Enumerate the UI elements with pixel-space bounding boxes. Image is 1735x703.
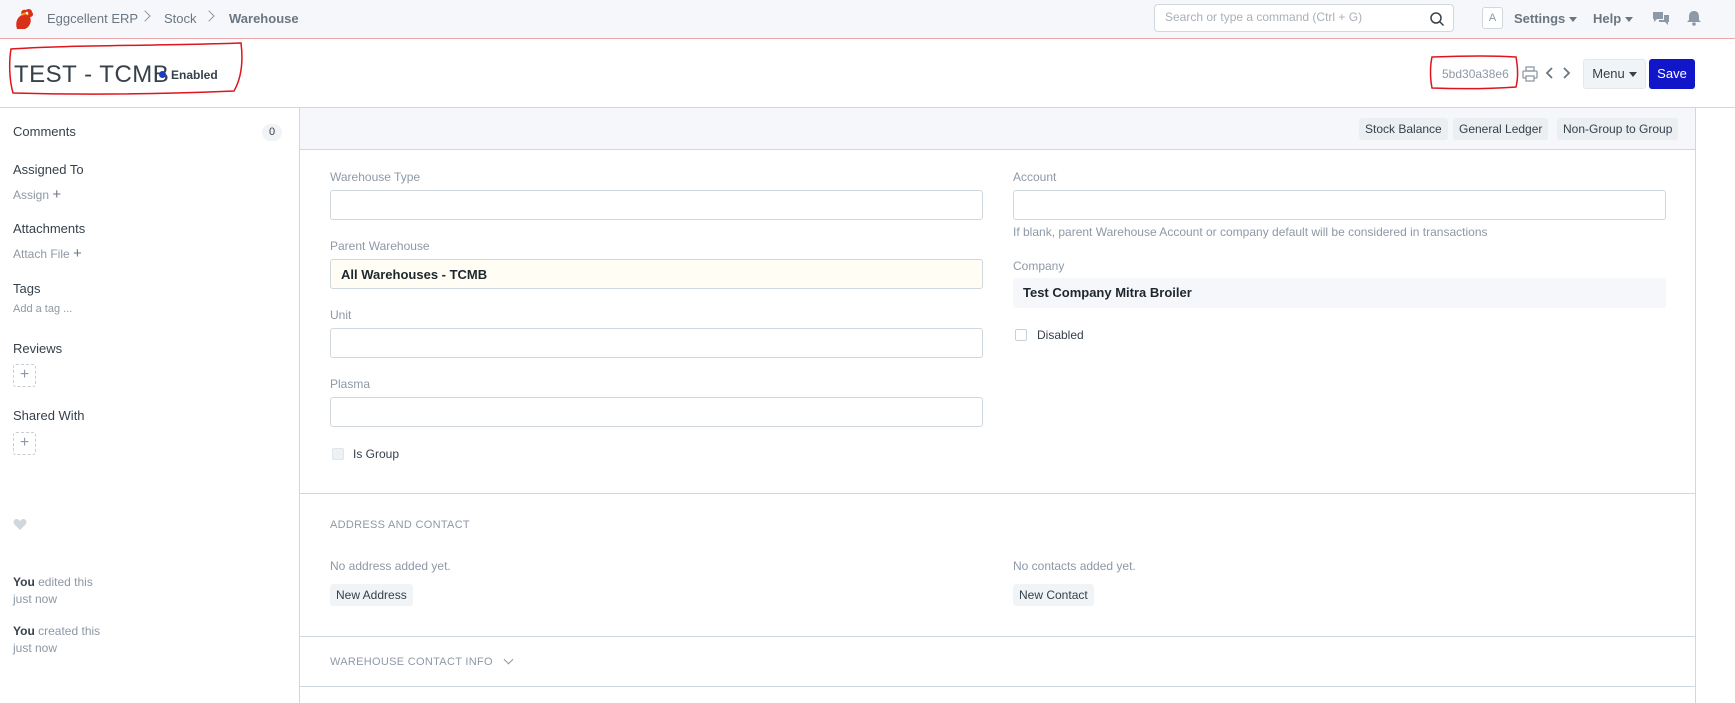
section-divider (300, 636, 1695, 637)
caret-down-icon (1625, 17, 1634, 23)
section-divider (300, 493, 1695, 494)
shared-with-label: Shared With (13, 408, 85, 423)
status-dot-icon (159, 71, 166, 78)
parent-warehouse-field[interactable]: All Warehouses - TCMB (330, 259, 983, 289)
warehouse-type-label: Warehouse Type (330, 170, 421, 184)
chat-icon[interactable] (1652, 10, 1670, 26)
heart-icon[interactable] (13, 518, 27, 531)
caret-down-icon (1569, 17, 1578, 23)
chevron-right-icon[interactable] (1560, 66, 1572, 80)
settings-label: Settings (1514, 11, 1566, 26)
search-icon[interactable] (1429, 11, 1445, 27)
chevron-left-icon[interactable] (1544, 66, 1556, 80)
account-label: Account (1013, 170, 1057, 184)
document-name: 5bd30a38e6 (1442, 67, 1509, 81)
general-ledger-button[interactable]: General Ledger (1453, 118, 1549, 140)
plus-icon: + (19, 366, 30, 383)
unit-field[interactable] (330, 328, 983, 358)
status-label: Enabled (171, 68, 218, 82)
tags-label: Tags (13, 281, 41, 296)
breadcrumb-warehouse[interactable]: Warehouse (229, 11, 299, 26)
unit-label: Unit (330, 308, 352, 322)
plasma-field[interactable] (330, 397, 983, 427)
add-share-button[interactable]: + (13, 432, 36, 455)
account-field[interactable] (1013, 190, 1666, 220)
form-main: Stock Balance General Ledger Non-Group t… (299, 108, 1696, 703)
disabled-checkbox[interactable] (1015, 329, 1027, 341)
page-title: TEST - TCMB (14, 61, 170, 88)
plus-icon: + (73, 245, 82, 262)
help-dropdown[interactable]: Help (1593, 11, 1634, 26)
warehouse-type-field[interactable] (330, 190, 983, 220)
breadcrumb-stock[interactable]: Stock (164, 11, 197, 26)
activity-action: edited this (38, 575, 93, 589)
plus-icon: + (19, 434, 30, 451)
form-toolbar: Stock Balance General Ledger Non-Group t… (300, 108, 1695, 150)
non-group-to-group-button[interactable]: Non-Group to Group (1557, 118, 1679, 140)
add-review-button[interactable]: + (13, 364, 36, 387)
navbar: Eggcellent ERP Stock Warehouse A Setting… (0, 0, 1735, 39)
form-sidebar: Comments 0 Assigned To Assign + Attachme… (0, 108, 298, 703)
assigned-to-label: Assigned To (13, 162, 84, 177)
breadcrumb-home[interactable]: Eggcellent ERP (47, 11, 138, 26)
menu-label: Menu (1592, 66, 1625, 81)
account-help-text: If blank, parent Warehouse Account or co… (1013, 225, 1488, 239)
add-tag-link[interactable]: Add a tag ... (13, 303, 72, 315)
attach-file-label: Attach File (13, 247, 70, 261)
activity-action: created this (38, 624, 101, 638)
attach-file-link[interactable]: Attach File + (13, 245, 82, 262)
parent-warehouse-value: All Warehouses - TCMB (341, 267, 488, 282)
company-label: Company (1013, 259, 1065, 273)
warehouse-contact-info-section-header[interactable]: WAREHOUSE CONTACT INFO (330, 654, 514, 668)
comments-label[interactable]: Comments (13, 124, 76, 139)
activity-user: You (13, 624, 35, 638)
save-button[interactable]: Save (1649, 59, 1695, 89)
breadcrumb-separator-icon (139, 10, 151, 22)
activity-item: You edited this just now (13, 574, 123, 608)
status-badge: Enabled (159, 68, 218, 82)
bell-icon[interactable] (1685, 10, 1703, 26)
comments-count-badge: 0 (262, 124, 282, 141)
company-field: Test Company Mitra Broiler (1013, 278, 1666, 308)
app-logo-icon[interactable] (13, 7, 35, 31)
no-contacts-text: No contacts added yet. (1013, 559, 1136, 573)
is-group-label: Is Group (353, 447, 400, 461)
plus-icon: + (52, 186, 62, 203)
company-value: Test Company Mitra Broiler (1023, 285, 1192, 300)
section-divider (300, 686, 1695, 687)
plasma-label: Plasma (330, 377, 371, 391)
activity-time: just now (13, 592, 58, 606)
parent-warehouse-label: Parent Warehouse (330, 239, 430, 253)
search-box (1154, 4, 1454, 32)
assign-link[interactable]: Assign + (13, 186, 61, 203)
menu-button[interactable]: Menu (1583, 59, 1646, 89)
disabled-label: Disabled (1037, 328, 1084, 342)
caret-down-icon (1628, 72, 1637, 78)
search-input[interactable] (1165, 10, 1425, 24)
assign-label: Assign (13, 188, 50, 202)
address-contact-section-title: ADDRESS AND CONTACT (330, 519, 470, 531)
page-head: TEST - TCMB Enabled 5bd30a38e6 Menu Save (0, 39, 1735, 108)
breadcrumb-separator-icon (203, 10, 215, 22)
help-label: Help (1593, 11, 1622, 26)
no-address-text: No address added yet. (330, 559, 451, 573)
activity-user: You (13, 575, 35, 589)
warehouse-contact-info-title: WAREHOUSE CONTACT INFO (330, 656, 493, 668)
chevron-down-icon (503, 654, 514, 665)
avatar[interactable]: A (1482, 7, 1503, 29)
new-address-button[interactable]: New Address (330, 584, 413, 606)
print-icon[interactable] (1522, 66, 1538, 82)
activity-time: just now (13, 641, 58, 655)
is-group-checkbox[interactable] (332, 448, 344, 460)
stock-balance-button[interactable]: Stock Balance (1359, 118, 1448, 140)
reviews-label: Reviews (13, 341, 63, 356)
settings-dropdown[interactable]: Settings (1514, 11, 1578, 26)
new-contact-button[interactable]: New Contact (1013, 584, 1094, 606)
activity-item: You created this just now (13, 623, 123, 657)
attachments-label: Attachments (13, 221, 86, 236)
